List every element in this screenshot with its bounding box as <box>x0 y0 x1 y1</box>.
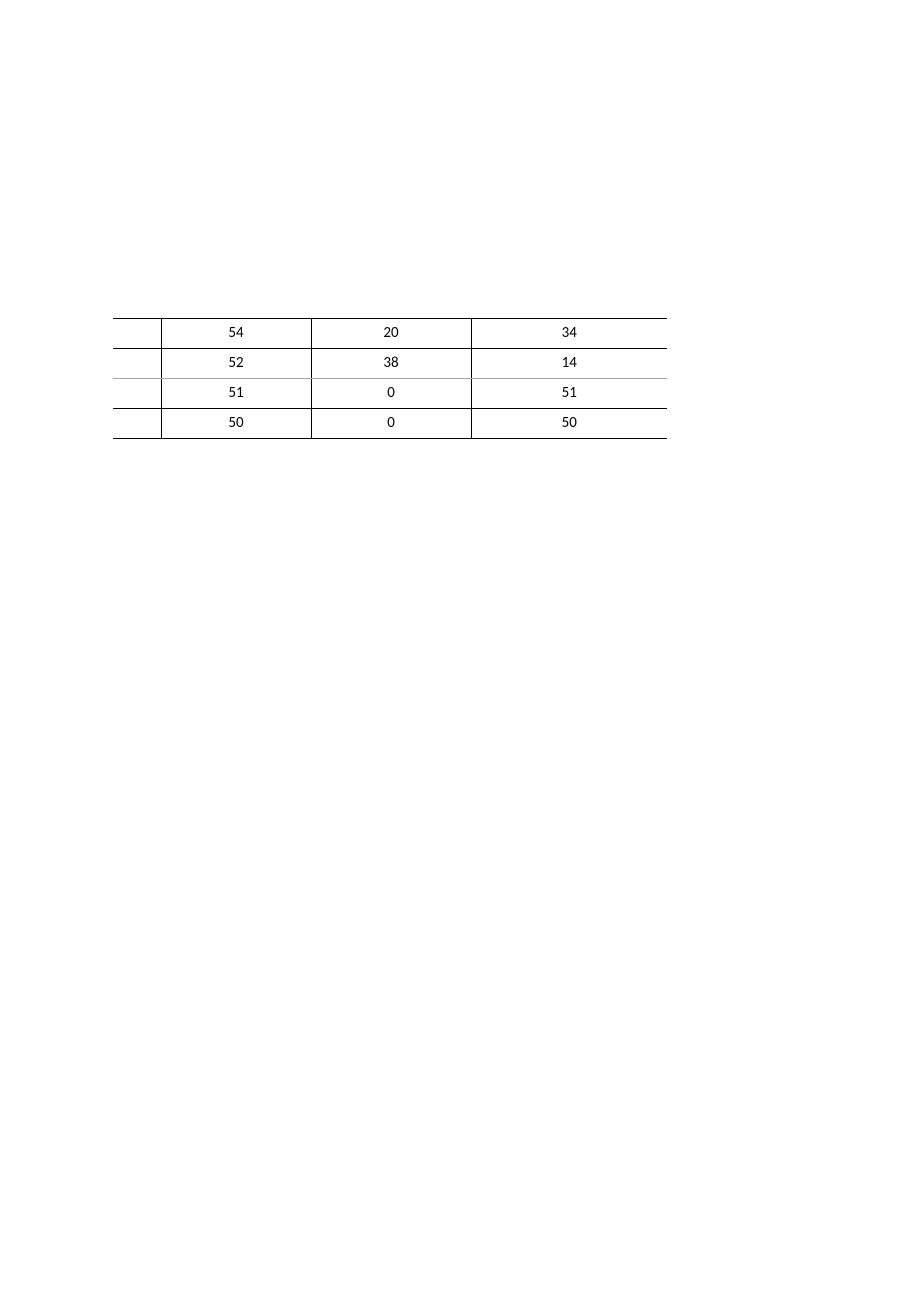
table-cell: 14 <box>471 349 667 379</box>
data-table: 54 20 34 52 38 14 51 0 51 50 0 50 <box>113 318 667 439</box>
table-cell: 20 <box>311 319 471 349</box>
table-cell: 50 <box>161 409 311 439</box>
table-cell: 54 <box>161 319 311 349</box>
table-cell: 0 <box>311 409 471 439</box>
table-cell: 50 <box>471 409 667 439</box>
table-row: 52 38 14 <box>113 349 667 379</box>
table: 54 20 34 52 38 14 51 0 51 50 0 50 <box>113 318 667 439</box>
table-cell <box>113 349 161 379</box>
table-cell: 51 <box>471 379 667 409</box>
table-cell <box>113 379 161 409</box>
table-cell: 34 <box>471 319 667 349</box>
table-row: 50 0 50 <box>113 409 667 439</box>
table-row: 54 20 34 <box>113 319 667 349</box>
table-cell: 0 <box>311 379 471 409</box>
table-cell <box>113 409 161 439</box>
table-row: 51 0 51 <box>113 379 667 409</box>
table-cell <box>113 319 161 349</box>
table-cell: 51 <box>161 379 311 409</box>
table-cell: 52 <box>161 349 311 379</box>
table-cell: 38 <box>311 349 471 379</box>
